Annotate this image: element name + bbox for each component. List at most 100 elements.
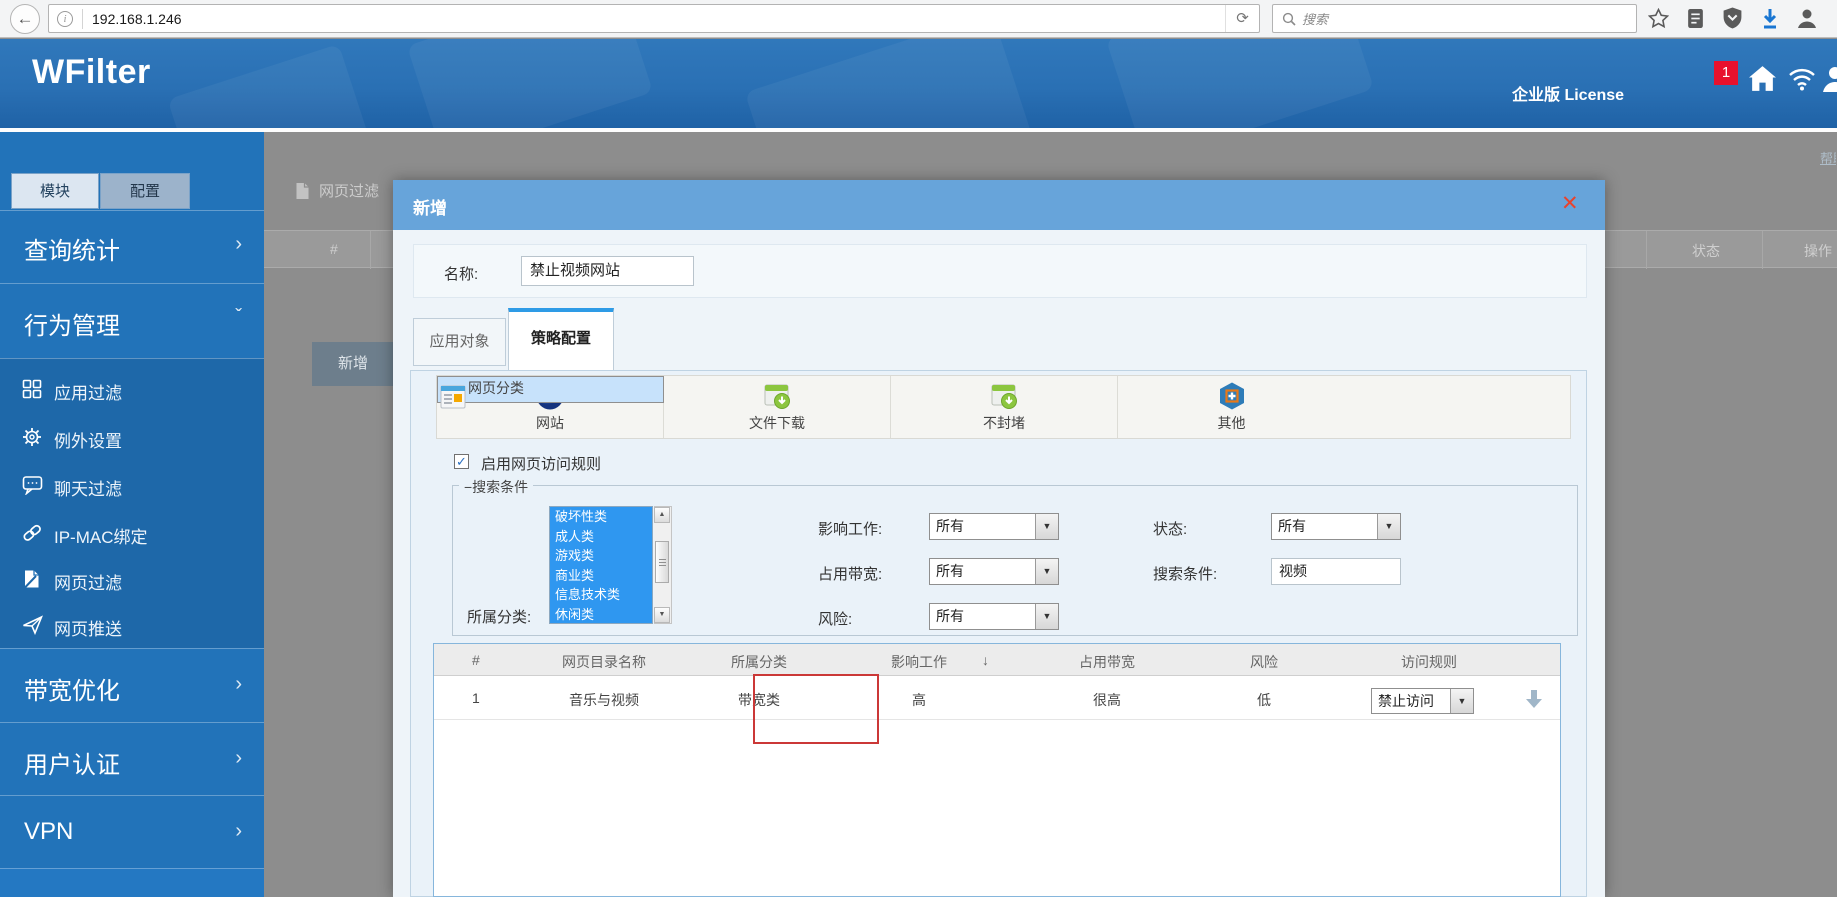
risk-select[interactable]: 所有 ▼ — [929, 603, 1059, 630]
bandwidth-select[interactable]: 所有 ▼ — [929, 558, 1059, 585]
type-tab-no-block[interactable]: 不封堵 — [891, 376, 1118, 438]
breadcrumb: 网页过滤 — [294, 180, 379, 201]
sidebar-item-app-filter[interactable]: 应用过滤 — [0, 365, 264, 413]
sidebar-item-vpn[interactable]: VPN › — [0, 795, 264, 868]
th-category[interactable]: 所属分类 — [704, 652, 814, 672]
sidebar-item-chat-filter[interactable]: 聊天过滤 — [0, 461, 264, 509]
browser-search-input[interactable]: 搜索 — [1272, 4, 1637, 33]
library-icon[interactable] — [1686, 8, 1705, 29]
sidebar-tab-modules[interactable]: 模块 — [11, 173, 99, 209]
scroll-up-icon[interactable]: ▲ — [654, 507, 670, 523]
license-label: 企业版 License — [1512, 81, 1624, 105]
keyword-input[interactable]: 视频 — [1271, 558, 1401, 585]
dialog-titlebar: 新增 ✕ — [393, 180, 1605, 230]
chat-bubble-icon — [22, 475, 43, 495]
dropdown-arrow-icon[interactable]: ▼ — [1450, 689, 1473, 713]
tab-policy-config[interactable]: 策略配置 — [508, 308, 614, 370]
impact-select[interactable]: 所有 ▼ — [929, 513, 1059, 540]
breadcrumb-label: 网页过滤 — [319, 180, 379, 201]
th-bandwidth[interactable]: 占用带宽 — [1052, 652, 1162, 672]
close-icon[interactable]: ✕ — [1561, 193, 1579, 215]
chevron-right-icon: › — [235, 233, 242, 256]
table-row: 1 音乐与视频 带宽类 高 很高 低 禁止访问 ▼ — [434, 677, 1560, 720]
cell-impact: 高 — [864, 690, 974, 710]
shield-icon[interactable] — [1722, 7, 1743, 29]
enable-rule-checkbox[interactable]: ✓ — [454, 454, 469, 469]
download-icon[interactable] — [1760, 8, 1780, 29]
sort-desc-icon[interactable]: ↓ — [982, 652, 989, 668]
annotation-red-box — [753, 674, 879, 744]
wifi-icon[interactable] — [1788, 67, 1816, 91]
add-dialog: 新增 ✕ 名称: 禁止视频网站 应用对象 策略配置 网站 — [393, 180, 1605, 897]
sidebar-item-more[interactable] — [0, 868, 264, 897]
sidebar-item-query-stats[interactable]: 查询统计 › — [0, 210, 264, 283]
sidebar-tab-config[interactable]: 配置 — [100, 173, 190, 209]
cell-bandwidth: 很高 — [1052, 690, 1162, 710]
reload-icon[interactable]: ⟳ — [1225, 5, 1259, 32]
cell-name: 音乐与视频 — [534, 690, 674, 710]
sidebar: 模块 配置 查询统计 › 行为管理 ˇ 应用过滤 例外设置 聊天过滤 — [0, 132, 264, 897]
back-button[interactable]: ← — [10, 4, 40, 34]
th-name[interactable]: 网页目录名称 — [534, 652, 674, 672]
hexagon-plus-icon — [1217, 381, 1247, 411]
listbox-option[interactable]: 商业类 — [550, 566, 652, 586]
chevron-down-icon: ˇ — [235, 306, 242, 329]
name-label: 名称: — [444, 263, 478, 284]
dropdown-arrow-icon[interactable]: ▼ — [1035, 559, 1058, 584]
sidebar-item-user-auth[interactable]: 用户认证 › — [0, 722, 264, 795]
dropdown-arrow-icon[interactable]: ▼ — [1035, 514, 1058, 539]
listbox-option[interactable]: 破坏性类 — [550, 507, 652, 527]
sidebar-item-behavior-mgmt[interactable]: 行为管理 ˇ — [0, 283, 264, 358]
risk-label: 风险: — [818, 608, 852, 629]
type-tab-file-download[interactable]: 文件下载 — [664, 376, 891, 438]
name-row: 名称: 禁止视频网站 — [413, 244, 1587, 298]
sidebar-item-web-push[interactable]: 网页推送 — [0, 601, 264, 649]
paper-plane-icon — [22, 615, 43, 635]
name-input[interactable]: 禁止视频网站 — [521, 256, 694, 286]
col-hash: # — [330, 241, 338, 257]
type-tab-label: 其他 — [1118, 413, 1345, 433]
dropdown-arrow-icon[interactable]: ▼ — [1377, 514, 1400, 539]
sidebar-item-bandwidth[interactable]: 带宽优化 › — [0, 648, 264, 722]
move-down-icon[interactable] — [1522, 687, 1546, 711]
sidebar-item-exceptions[interactable]: 例外设置 — [0, 413, 264, 461]
add-button-background[interactable]: 新增 — [312, 342, 394, 386]
sidebar-submenu: 应用过滤 例外设置 聊天过滤 IP-MAC绑定 网页过滤 网页推送 — [0, 358, 264, 648]
search-conditions-fieldset: −搜索条件 所属分类: 破坏性类 成人类 游戏类 商业类 信息技术类 休闲类 ▲… — [452, 485, 1578, 636]
th-risk[interactable]: 风险 — [1224, 652, 1304, 672]
dropdown-arrow-icon[interactable]: ▼ — [1035, 604, 1058, 629]
status-label: 状态: — [1153, 518, 1187, 539]
chevron-right-icon: › — [235, 747, 242, 770]
bookmark-star-icon[interactable] — [1648, 8, 1669, 29]
listbox-option[interactable]: 游戏类 — [550, 546, 652, 566]
notification-badge[interactable]: 1 — [1714, 61, 1738, 85]
search-icon — [1282, 12, 1296, 26]
tab-apply-objects[interactable]: 应用对象 — [413, 318, 506, 366]
listbox-option[interactable]: 休闲类 — [550, 605, 652, 624]
col-status: 状态 — [1692, 241, 1720, 261]
listbox-option[interactable]: 信息技术类 — [550, 585, 652, 605]
type-tab-other[interactable]: 其他 — [1118, 376, 1345, 438]
th-access-rule[interactable]: 访问规则 — [1374, 652, 1484, 672]
scroll-down-icon[interactable]: ▼ — [654, 607, 670, 623]
url-text[interactable]: 192.168.1.246 — [92, 11, 182, 27]
listbox-scrollbar[interactable]: ▲ ▼ — [654, 506, 672, 624]
type-tab-web-category[interactable]: 网页分类 — [437, 376, 664, 403]
th-impact[interactable]: 影响工作 — [864, 652, 974, 672]
sidebar-item-ip-mac-binding[interactable]: IP-MAC绑定 — [0, 509, 264, 557]
category-listbox[interactable]: 破坏性类 成人类 游戏类 商业类 信息技术类 休闲类 — [549, 506, 653, 624]
listbox-option[interactable]: 成人类 — [550, 527, 652, 547]
download-window-icon — [989, 381, 1019, 411]
site-info-icon[interactable]: i — [57, 11, 73, 27]
help-link[interactable]: 帮助 — [1820, 148, 1836, 167]
scroll-thumb[interactable] — [655, 541, 669, 583]
app-header: WFilter 企业版 License 1 — [0, 39, 1837, 128]
user-icon[interactable] — [1822, 65, 1837, 92]
access-rule-select[interactable]: 禁止访问 ▼ — [1371, 688, 1474, 714]
home-icon[interactable] — [1748, 65, 1777, 92]
url-bar[interactable]: i 192.168.1.246 ⟳ — [48, 4, 1260, 33]
account-icon[interactable] — [1797, 8, 1817, 29]
sidebar-item-web-filter[interactable]: 网页过滤 — [0, 555, 264, 603]
category-label: 所属分类: — [467, 606, 531, 627]
status-select[interactable]: 所有 ▼ — [1271, 513, 1401, 540]
